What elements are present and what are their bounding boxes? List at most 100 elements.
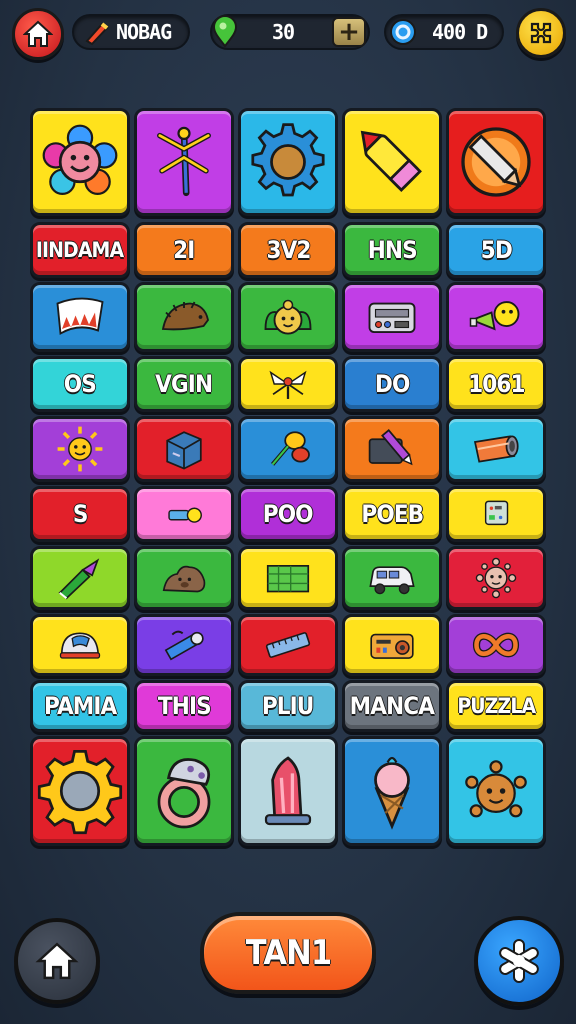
icon-tile[interactable] xyxy=(134,486,234,542)
tape-recorder-icon xyxy=(370,633,414,659)
icon-tile[interactable] xyxy=(30,416,130,482)
icon-tile[interactable] xyxy=(238,356,338,412)
icon-tile[interactable] xyxy=(446,486,546,542)
home-button[interactable] xyxy=(12,8,64,60)
bear-rock-icon xyxy=(162,565,206,593)
word-tile[interactable]: 3V2 xyxy=(238,222,338,278)
icon-tile[interactable] xyxy=(342,546,442,610)
icon-tile[interactable] xyxy=(238,108,338,216)
icon-tile[interactable] xyxy=(342,282,442,352)
ruler-bar-icon xyxy=(265,632,311,658)
gem-counter: 30 + xyxy=(210,14,370,50)
crate-box-icon xyxy=(266,565,310,593)
flashlight-icon xyxy=(168,507,202,523)
pencil-icon xyxy=(85,22,109,46)
word-tile[interactable]: PLIU xyxy=(238,680,338,732)
home-icon xyxy=(23,20,53,47)
infinity-icon xyxy=(472,632,520,658)
word-tile-label: IINDAMA xyxy=(36,238,124,262)
icon-tile[interactable] xyxy=(238,736,338,846)
ice-cream-cone-icon xyxy=(374,756,410,830)
virus-face-icon xyxy=(475,557,517,599)
radio-device-icon xyxy=(368,302,416,333)
gear-cog-icon xyxy=(251,123,325,197)
word-tile[interactable]: MANCA xyxy=(342,680,442,732)
word-tile[interactable]: HNS xyxy=(342,222,442,278)
megaphone-chick-icon xyxy=(469,301,520,331)
hedgehog-icon xyxy=(161,301,210,331)
crayon-icon xyxy=(360,130,422,192)
helmet-icon xyxy=(59,632,101,659)
icon-tile[interactable] xyxy=(30,282,130,352)
word-tile[interactable]: POO xyxy=(238,486,338,542)
word-tile[interactable]: VGIN xyxy=(134,356,234,412)
icon-tile[interactable] xyxy=(134,546,234,610)
flower-face-icon xyxy=(42,124,118,195)
tap-button-label: TAN1 xyxy=(245,933,331,973)
icon-tile[interactable] xyxy=(238,282,338,352)
word-tile[interactable]: PAMIA xyxy=(30,680,130,732)
word-tile[interactable]: OS xyxy=(30,356,130,412)
word-tile-label: 2I xyxy=(173,236,195,264)
word-tile-label: 3V2 xyxy=(265,236,311,264)
maracas-icon xyxy=(270,431,310,466)
ring-mushroom-icon xyxy=(157,758,211,829)
icon-tile[interactable] xyxy=(342,736,442,846)
coin-counter: 400 D xyxy=(384,14,504,50)
sun-face-icon xyxy=(57,426,103,472)
word-tile-label: OS xyxy=(63,370,97,398)
icon-tile[interactable] xyxy=(342,416,442,482)
pencil-badge-icon xyxy=(461,127,531,197)
puzzle-settings-button[interactable] xyxy=(516,8,566,58)
word-tile-label: POEB xyxy=(361,500,424,528)
word-tile[interactable]: DO xyxy=(342,356,442,412)
icon-tile[interactable] xyxy=(30,736,130,846)
word-tile-label: VGIN xyxy=(155,370,214,398)
icon-tile[interactable] xyxy=(446,282,546,352)
icon-tile[interactable] xyxy=(30,108,130,216)
icon-tile[interactable] xyxy=(238,546,338,610)
icon-tile[interactable] xyxy=(30,546,130,610)
word-tile-label: PAMIA xyxy=(43,692,117,720)
cube-box-icon xyxy=(166,431,202,470)
icon-tile[interactable] xyxy=(134,614,234,676)
winged-bug-icon xyxy=(269,370,307,399)
word-tile[interactable]: 5D xyxy=(446,222,546,278)
icon-tile[interactable] xyxy=(446,614,546,676)
icon-tile[interactable] xyxy=(134,108,234,216)
icon-tile[interactable] xyxy=(134,416,234,482)
tap-button[interactable]: TAN1 xyxy=(200,912,376,994)
icon-tile[interactable] xyxy=(342,614,442,676)
word-tile-label: DO xyxy=(374,370,410,398)
icon-tile[interactable] xyxy=(446,416,546,482)
icon-tile[interactable] xyxy=(446,108,546,216)
marker-pen-icon xyxy=(368,428,413,466)
word-tile[interactable]: S xyxy=(30,486,130,542)
word-tile[interactable]: POEB xyxy=(342,486,442,542)
icon-tile[interactable] xyxy=(446,546,546,610)
icon-tile[interactable] xyxy=(238,614,338,676)
asterisk-star-icon xyxy=(499,939,539,983)
star-button[interactable] xyxy=(474,916,564,1006)
big-gear-icon xyxy=(37,750,123,835)
footer-home-button[interactable] xyxy=(14,918,100,1004)
germ-face-icon xyxy=(465,760,527,818)
circuit-chip-icon xyxy=(484,500,509,526)
icon-tile[interactable] xyxy=(342,108,442,216)
icon-tile[interactable] xyxy=(30,614,130,676)
word-tile-label: S xyxy=(72,500,89,528)
word-tile[interactable]: 2I xyxy=(134,222,234,278)
icon-tile[interactable] xyxy=(238,416,338,482)
coin-icon xyxy=(390,19,416,45)
word-tile[interactable]: PUZZLA xyxy=(446,680,546,732)
map-pin-gem-icon xyxy=(212,15,238,48)
add-gems-button[interactable]: + xyxy=(332,17,366,47)
icon-tile[interactable] xyxy=(134,736,234,846)
icon-tile[interactable] xyxy=(134,282,234,352)
icon-tile[interactable] xyxy=(446,736,546,846)
gem-count: 30 xyxy=(272,20,295,44)
word-tile-label: HNS xyxy=(367,236,417,264)
word-tile[interactable]: THIS xyxy=(134,680,234,732)
word-tile[interactable]: 1061 xyxy=(446,356,546,412)
word-tile[interactable]: IINDAMA xyxy=(30,222,130,278)
